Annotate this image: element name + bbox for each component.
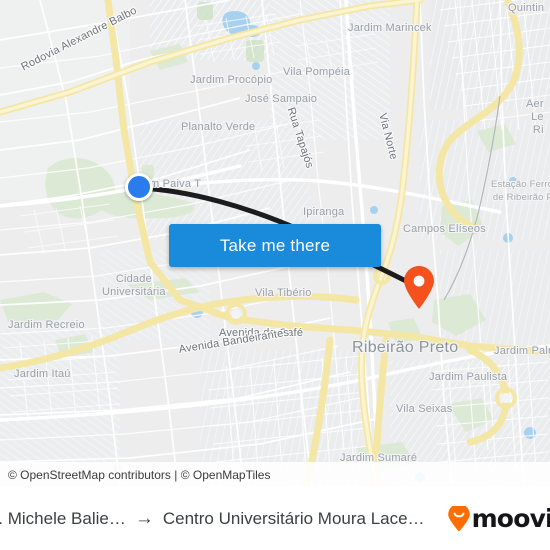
destination-marker[interactable] (402, 266, 436, 310)
arrow-right-icon: → (134, 508, 154, 529)
moovit-wordmark: moovit (471, 504, 550, 533)
map-attribution-text[interactable]: © OpenStreetMap contributors | © OpenMap… (8, 468, 270, 482)
route-summary: R. Michele Balie… → Centro Universitário… (0, 504, 550, 533)
map-canvas[interactable]: Rodovia Alexandre Balbo Jardim Marincek … (0, 0, 550, 487)
map-attribution-bar: © OpenStreetMap contributors | © OpenMap… (0, 462, 550, 487)
moovit-logo[interactable]: moovit (447, 504, 550, 533)
origin-label[interactable]: R. Michele Balie… (0, 509, 126, 529)
destination-label[interactable]: Centro Universitário Moura Lace… (163, 509, 425, 529)
origin-marker[interactable] (125, 173, 153, 201)
map-pin-icon (404, 266, 434, 309)
map-screen: Rodovia Alexandre Balbo Jardim Marincek … (0, 0, 550, 550)
footer-bar: R. Michele Balie… → Centro Universitário… (0, 487, 550, 550)
take-me-there-button[interactable]: Take me there (169, 224, 381, 267)
moovit-pin-icon (447, 505, 470, 531)
